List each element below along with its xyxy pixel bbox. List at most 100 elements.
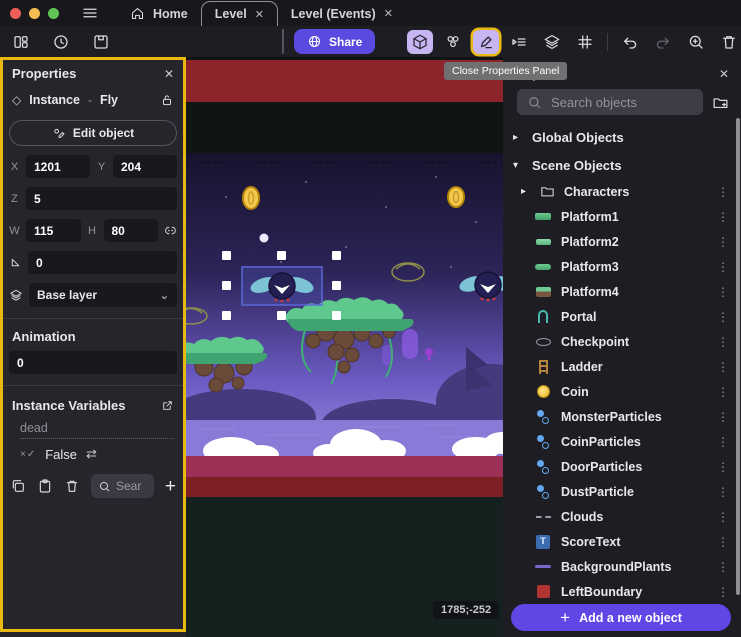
delete-variable-icon[interactable]	[64, 478, 80, 494]
kebab-menu-icon[interactable]: ⋮	[713, 210, 733, 224]
instance-type-label: Instance	[29, 93, 80, 107]
object-row-scoretext[interactable]: ScoreText ⋮	[503, 529, 741, 554]
z-input[interactable]	[26, 187, 177, 210]
variable-value-row[interactable]: ×✓ False ⇄	[20, 446, 174, 462]
x-input[interactable]	[26, 155, 90, 178]
y-label: Y	[96, 161, 107, 173]
close-objects-panel-icon[interactable]: ✕	[719, 67, 729, 81]
preview-button[interactable]: Preview	[282, 29, 284, 54]
panels-layout-button[interactable]	[8, 30, 34, 54]
kebab-menu-icon[interactable]: ⋮	[713, 435, 733, 449]
objects-scrollbar[interactable]	[736, 118, 740, 595]
kebab-menu-icon[interactable]: ⋮	[713, 285, 733, 299]
tab-level[interactable]: Level ✕	[201, 1, 278, 26]
object-row-dustparticle[interactable]: DustParticle ⋮	[503, 479, 741, 504]
kebab-menu-icon[interactable]: ⋮	[713, 535, 733, 549]
edit-object-button[interactable]: Edit object	[9, 120, 177, 146]
object-row-backgroundplants[interactable]: BackgroundPlants ⋮	[503, 554, 741, 579]
window-zoom-button[interactable]	[48, 8, 59, 19]
variable-name[interactable]: dead	[20, 421, 174, 439]
object-row-monsterparticles[interactable]: MonsterParticles ⋮	[503, 404, 741, 429]
save-button[interactable]	[88, 30, 114, 54]
object-row-leftboundary[interactable]: LeftBoundary ⋮	[503, 579, 741, 604]
object-row-portal[interactable]: Portal ⋮	[503, 304, 741, 329]
object-row-checkpoint[interactable]: Checkpoint ⋮	[503, 329, 741, 354]
width-input[interactable]	[26, 219, 81, 242]
kebab-menu-icon[interactable]: ⋮	[713, 185, 733, 199]
scene-art	[186, 57, 503, 637]
kebab-menu-icon[interactable]: ⋮	[713, 560, 733, 574]
ladder-thumbnail-icon	[534, 359, 552, 375]
grid-button[interactable]	[572, 30, 598, 54]
tab-level-events[interactable]: Level (Events) ✕	[278, 1, 406, 26]
angle-input[interactable]	[28, 251, 177, 274]
layers-button[interactable]	[539, 30, 565, 54]
kebab-menu-icon[interactable]: ⋮	[713, 360, 733, 374]
object-row-platform1[interactable]: Platform1 ⋮	[503, 204, 741, 229]
external-link-icon[interactable]	[161, 399, 174, 412]
kebab-menu-icon[interactable]: ⋮	[713, 385, 733, 399]
close-properties-icon[interactable]: ✕	[164, 67, 174, 81]
objects-search-box[interactable]: Search objects	[517, 89, 703, 115]
object-row-coin[interactable]: Coin ⋮	[503, 379, 741, 404]
undo-button[interactable]	[617, 30, 643, 54]
kebab-menu-icon[interactable]: ⋮	[713, 510, 733, 524]
kebab-menu-icon[interactable]: ⋮	[713, 410, 733, 424]
window-minimize-button[interactable]	[29, 8, 40, 19]
height-input[interactable]	[104, 219, 159, 242]
kebab-menu-icon[interactable]: ⋮	[713, 460, 733, 474]
kebab-menu-icon[interactable]: ⋮	[713, 485, 733, 499]
boundary-thumbnail-icon	[534, 584, 552, 600]
history-button[interactable]	[48, 30, 74, 54]
swap-value-icon[interactable]: ⇄	[86, 446, 97, 462]
layer-select[interactable]: Base layer ⌄	[29, 283, 177, 307]
delete-button[interactable]	[716, 30, 741, 54]
object-row-platform3[interactable]: Platform3 ⋮	[503, 254, 741, 279]
zoom-in-button[interactable]	[683, 30, 709, 54]
main-menu-button[interactable]	[73, 0, 107, 26]
tab-close-icon[interactable]: ✕	[384, 7, 393, 20]
object-row-platform2[interactable]: Platform2 ⋮	[503, 229, 741, 254]
kebab-menu-icon[interactable]: ⋮	[713, 585, 733, 599]
tab-close-icon[interactable]: ✕	[255, 8, 264, 21]
object-row-platform4[interactable]: Platform4 ⋮	[503, 279, 741, 304]
add-new-object-button[interactable]: + Add a new object	[511, 604, 731, 631]
object-row-doorparticles[interactable]: DoorParticles ⋮	[503, 454, 741, 479]
animation-input[interactable]	[9, 351, 177, 374]
object-row-ladder[interactable]: Ladder ⋮	[503, 354, 741, 379]
variables-search-box[interactable]	[91, 474, 154, 498]
group-scene-objects[interactable]: ▾ Scene Objects	[503, 151, 741, 179]
dust-particle-object	[260, 234, 269, 243]
kebab-menu-icon[interactable]: ⋮	[713, 235, 733, 249]
caret-right-icon: ▸	[521, 186, 531, 197]
kebab-menu-icon[interactable]: ⋮	[713, 310, 733, 324]
y-input[interactable]	[113, 155, 177, 178]
home-icon	[130, 6, 145, 21]
object-row-coinparticles[interactable]: CoinParticles ⋮	[503, 429, 741, 454]
objects-group-button[interactable]	[440, 30, 466, 54]
view-3d-button[interactable]	[407, 30, 433, 54]
add-variable-button[interactable]: +	[165, 477, 176, 496]
redo-button[interactable]	[650, 30, 676, 54]
close-properties-panel-button[interactable]	[473, 30, 499, 54]
scene-canvas[interactable]: 1785;-252	[186, 57, 503, 637]
instance-variables-title: Instance Variables	[12, 398, 125, 413]
instance-object-name: Fly	[100, 93, 118, 107]
unlock-icon[interactable]	[160, 93, 174, 107]
object-row-clouds[interactable]: Clouds ⋮	[503, 504, 741, 529]
kebab-menu-icon[interactable]: ⋮	[713, 260, 733, 274]
paste-icon[interactable]	[37, 478, 53, 494]
share-button[interactable]: Share	[294, 29, 375, 54]
pencil-icon	[477, 33, 495, 51]
window-close-button[interactable]	[10, 8, 21, 19]
tab-home[interactable]: Home	[117, 1, 201, 26]
add-folder-icon[interactable]	[712, 94, 729, 111]
toolbar-divider	[607, 33, 608, 51]
link-dimensions-icon[interactable]	[164, 224, 177, 237]
folder-row-characters[interactable]: ▸ Characters ⋮	[503, 179, 741, 204]
group-global-objects[interactable]: ▸ Global Objects	[503, 123, 741, 151]
instances-list-button[interactable]	[506, 30, 532, 54]
variables-search-input[interactable]	[116, 479, 142, 493]
copy-icon[interactable]	[10, 478, 26, 494]
kebab-menu-icon[interactable]: ⋮	[713, 335, 733, 349]
